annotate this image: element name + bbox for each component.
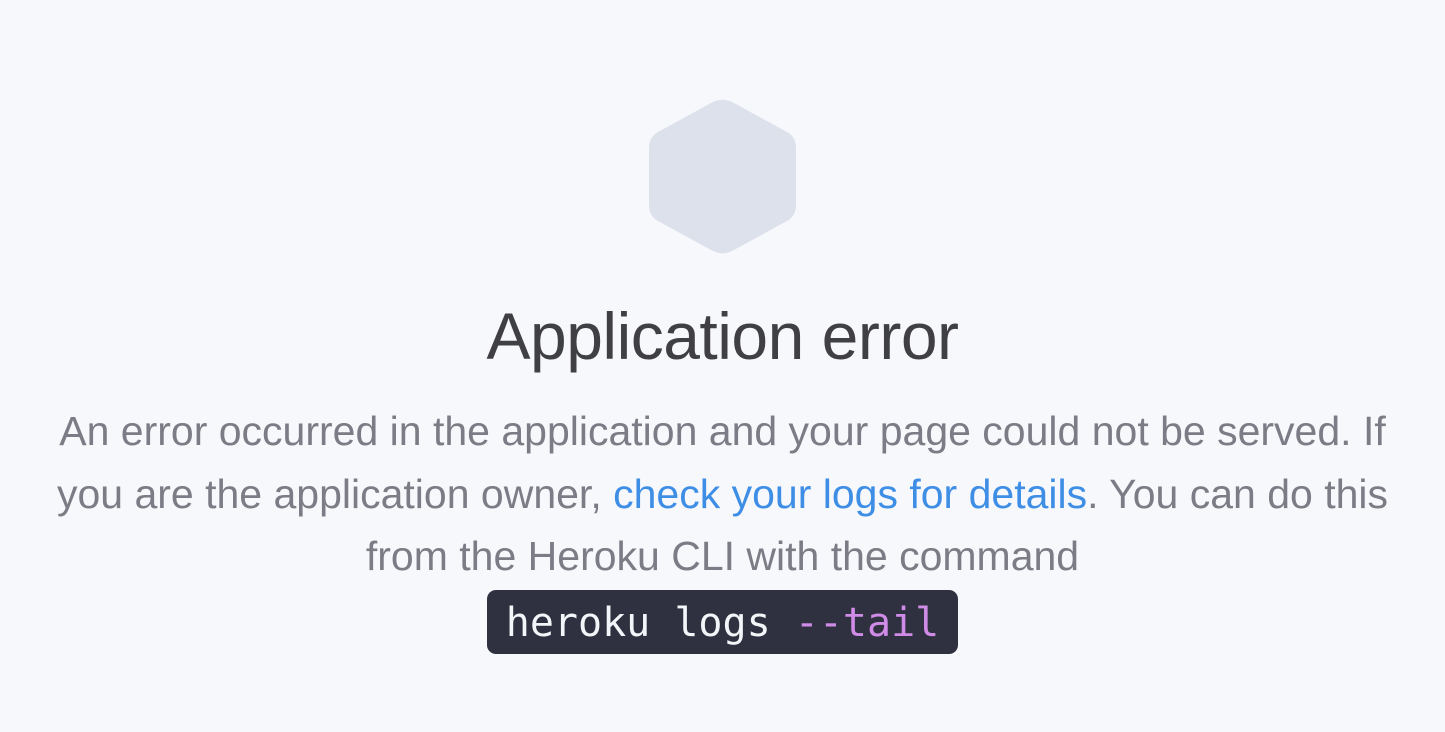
hexagon-icon xyxy=(649,99,796,254)
cli-command: heroku logs --tail xyxy=(486,589,959,654)
hexagon-shape xyxy=(649,99,796,254)
error-message: An error occurred in the application and… xyxy=(40,400,1405,654)
command-base: heroku logs xyxy=(505,599,795,646)
logs-link[interactable]: check your logs for details xyxy=(613,471,1087,517)
page-title: Application error xyxy=(486,299,959,373)
command-flag: --tail xyxy=(794,599,940,646)
error-page: Application error An error occurred in t… xyxy=(0,0,1445,732)
